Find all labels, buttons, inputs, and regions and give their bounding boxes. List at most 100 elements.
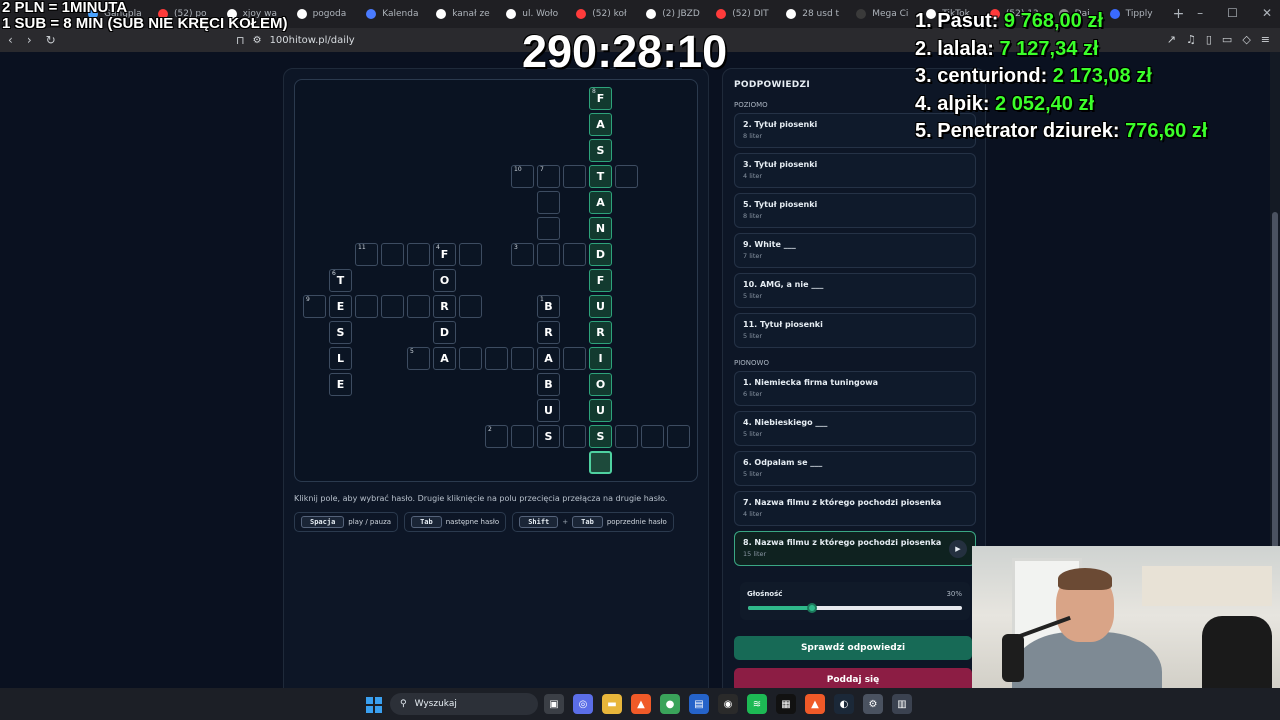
crossword-cell[interactable]: U — [589, 295, 612, 318]
menu-icon[interactable]: ≡ — [1261, 33, 1270, 46]
crossword-cell[interactable]: D — [433, 321, 456, 344]
crossword-cell[interactable]: 8F — [589, 87, 612, 110]
volume-knob[interactable] — [807, 603, 818, 613]
reload-icon[interactable]: ↻ — [46, 33, 56, 47]
calculator-icon[interactable]: ▥ — [892, 694, 912, 714]
crossword-cell[interactable] — [459, 243, 482, 266]
url-field[interactable]: ⊓ ⚙ 100hitow.pl/daily — [236, 34, 355, 47]
steam-icon[interactable]: ◐ — [834, 694, 854, 714]
shield-icon[interactable]: ◇ — [1242, 33, 1250, 46]
browser-tab[interactable]: (2) JBZD — [638, 3, 704, 25]
crossword-cell[interactable]: T — [589, 165, 612, 188]
crossword-cell[interactable] — [459, 295, 482, 318]
crossword-cell[interactable]: E — [329, 295, 352, 318]
bookmark-icon[interactable]: ⊓ — [236, 34, 245, 47]
crossword-cell[interactable] — [381, 295, 404, 318]
clue-item[interactable]: 8. Nazwa filmu z którego pochodzi piosen… — [734, 531, 976, 566]
crossword-cell[interactable] — [407, 295, 430, 318]
crossword-cell[interactable]: 9 — [303, 295, 326, 318]
crossword-cell[interactable] — [511, 347, 534, 370]
crossword-cell[interactable] — [615, 425, 638, 448]
check-answers-button[interactable]: Sprawdź odpowiedzi — [734, 636, 972, 660]
crossword-cell[interactable]: E — [329, 373, 352, 396]
browser-tab[interactable]: Kalenda — [358, 3, 424, 25]
crossword-cell[interactable]: F — [589, 269, 612, 292]
play-icon[interactable]: ▶ — [949, 540, 967, 558]
forward-icon[interactable]: › — [27, 33, 32, 47]
site-info-icon[interactable]: ⚙ — [253, 35, 262, 46]
crossword-cell[interactable] — [381, 243, 404, 266]
browser-tab[interactable]: Mega Ci — [848, 3, 914, 25]
crossword-cell[interactable]: 3 — [511, 243, 534, 266]
crossword-cell[interactable]: A — [589, 191, 612, 214]
crossword-cell[interactable]: S — [589, 139, 612, 162]
crossword-cell[interactable]: B — [537, 373, 560, 396]
volume-slider[interactable] — [748, 603, 962, 613]
crossword-cell[interactable]: R — [433, 295, 456, 318]
crossword-cell[interactable]: O — [433, 269, 456, 292]
crossword-cell[interactable]: 4F — [433, 243, 456, 266]
crossword-cell[interactable] — [459, 347, 482, 370]
clue-item[interactable]: 3. Tytuł piosenki 4 liter — [734, 153, 976, 188]
crossword-cell[interactable]: S — [329, 321, 352, 344]
clue-item[interactable]: 10. AMG, a nie ___ 5 liter — [734, 273, 976, 308]
browser-tab[interactable]: (52) DIT — [708, 3, 774, 25]
crossword-cell[interactable] — [537, 217, 560, 240]
crossword-cell[interactable]: 11 — [355, 243, 378, 266]
settings-icon[interactable]: ⚙ — [863, 694, 883, 714]
clue-item[interactable]: 5. Tytuł piosenki 8 liter — [734, 193, 976, 228]
crossword-cell[interactable] — [563, 425, 586, 448]
crossword-cell[interactable] — [667, 425, 690, 448]
wallet-icon[interactable]: ▭ — [1222, 33, 1232, 46]
chrome-icon[interactable]: ● — [660, 694, 680, 714]
crossword-cell[interactable]: 6T — [329, 269, 352, 292]
close-icon[interactable]: ✕ — [1262, 6, 1272, 20]
crossword-cell[interactable] — [563, 165, 586, 188]
crossword-cell[interactable]: A — [433, 347, 456, 370]
clue-item[interactable]: 4. Niebieskiego ___ 5 liter — [734, 411, 976, 446]
copilot-icon[interactable]: ◎ — [573, 694, 593, 714]
browser-tab[interactable]: ul. Woło — [498, 3, 564, 25]
crossword-cell[interactable]: S — [589, 425, 612, 448]
crossword-cell[interactable] — [641, 425, 664, 448]
app-icon[interactable]: ▦ — [776, 694, 796, 714]
clue-item[interactable]: 6. Odpalam se ___ 5 liter — [734, 451, 976, 486]
store-icon[interactable]: ▤ — [689, 694, 709, 714]
crossword-cell[interactable]: R — [589, 321, 612, 344]
clue-item[interactable]: 1. Niemiecka firma tuningowa 6 liter — [734, 371, 976, 406]
crossword-cell[interactable]: O — [589, 373, 612, 396]
clue-item[interactable]: 7. Nazwa filmu z którego pochodzi piosen… — [734, 491, 976, 526]
crossword-cell[interactable]: L — [329, 347, 352, 370]
crossword-cell[interactable]: D — [589, 243, 612, 266]
back-icon[interactable]: ‹ — [8, 33, 13, 47]
crossword-cell[interactable]: I — [589, 347, 612, 370]
crossword-cell[interactable] — [511, 425, 534, 448]
crossword-cell[interactable]: N — [589, 217, 612, 240]
brave-icon[interactable]: ▲ — [805, 694, 825, 714]
file-explorer-icon[interactable]: ▬ — [602, 694, 622, 714]
clue-item[interactable]: 11. Tytuł piosenki 5 liter — [734, 313, 976, 348]
crossword-cell[interactable]: 5 — [407, 347, 430, 370]
clue-item[interactable]: 9. White ___ 7 liter — [734, 233, 976, 268]
task-view-icon[interactable]: ▣ — [544, 694, 564, 714]
crossword-cell[interactable]: 1B — [537, 295, 560, 318]
crossword-cell[interactable]: 7 — [537, 165, 560, 188]
crossword-cell[interactable] — [537, 243, 560, 266]
crossword-cell[interactable] — [355, 295, 378, 318]
crossword-cell[interactable] — [563, 347, 586, 370]
crossword-cell[interactable] — [615, 165, 638, 188]
url-text[interactable]: 100hitow.pl/daily — [270, 35, 355, 46]
spotify-icon[interactable]: ≋ — [747, 694, 767, 714]
obs-icon[interactable]: ◉ — [718, 694, 738, 714]
crossword-cell[interactable]: U — [537, 399, 560, 422]
crossword-cell[interactable] — [537, 191, 560, 214]
crossword-cell[interactable] — [563, 243, 586, 266]
browser-tab[interactable]: 28 usd t — [778, 3, 844, 25]
browser-tab[interactable]: (52) koł — [568, 3, 634, 25]
crossword-cell[interactable]: R — [537, 321, 560, 344]
crossword-cell[interactable]: 10 — [511, 165, 534, 188]
browser-tab[interactable]: kanał ze — [428, 3, 494, 25]
crossword-cell[interactable] — [485, 347, 508, 370]
crossword-cell[interactable] — [407, 243, 430, 266]
crossword-cell[interactable]: S — [537, 425, 560, 448]
